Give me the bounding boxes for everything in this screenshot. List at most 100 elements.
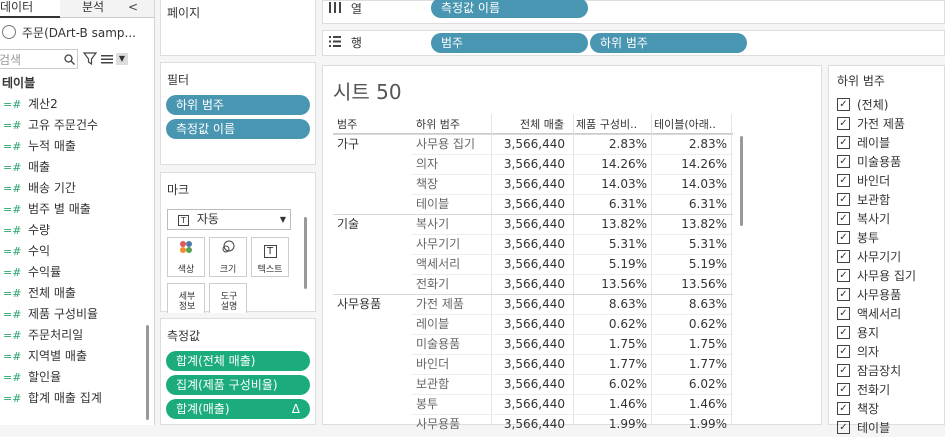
color-button[interactable]: 색상 (167, 237, 205, 277)
checkbox[interactable]: ✓ (837, 345, 850, 358)
checkbox[interactable]: ✓ (837, 231, 850, 244)
filter-item[interactable]: ✓ 미술용품 (837, 152, 901, 171)
filter-item[interactable]: ✓ 레이블 (837, 133, 890, 152)
field-item[interactable]: =# 수익 (0, 241, 154, 262)
filter-pill-measure-names[interactable]: 측정값 이름 (166, 119, 310, 139)
data-pane: 데이터 분석 < 주문(DArt-B samp... 검색 ▼ 테이블 =# 계산… (0, 0, 155, 425)
table-calc-cell: 1.75% (688, 337, 727, 351)
checkbox[interactable]: ✓ (837, 383, 850, 396)
checkbox[interactable]: ✓ (837, 288, 850, 301)
filter-item[interactable]: ✓ 액세서리 (837, 304, 901, 323)
collapse-pane-icon[interactable]: < (128, 0, 138, 17)
checkbox[interactable]: ✓ (837, 307, 850, 320)
measure-field-icon: =# (3, 371, 22, 384)
filter-item[interactable]: ✓ 봉투 (837, 228, 879, 247)
field-item[interactable]: =# 수익률 (0, 262, 154, 283)
rows-shelf[interactable]: 행 범주 하위 범주 (322, 30, 945, 56)
checkbox[interactable]: ✓ (837, 117, 850, 130)
color-icon (168, 240, 204, 262)
checkbox[interactable]: ✓ (837, 250, 850, 263)
marks-scrollbar[interactable] (304, 217, 307, 289)
header-composition[interactable]: 제품 구성비.. (576, 116, 650, 132)
marks-type-dropdown[interactable]: T 자동 ▼ (167, 209, 291, 230)
filter-item[interactable]: ✓ 복사기 (837, 209, 890, 228)
filter-item[interactable]: ✓ 전화기 (837, 380, 890, 399)
checkbox[interactable]: ✓ (837, 212, 850, 225)
filter-item[interactable]: ✓ 사무용품 (837, 285, 901, 304)
checkbox[interactable]: ✓ (837, 364, 850, 377)
detail-button[interactable]: 세부 정보 (167, 283, 205, 313)
checkbox[interactable]: ✓ (837, 326, 850, 339)
field-list-scrollbar[interactable] (146, 325, 149, 420)
checkbox[interactable]: ✓ (837, 98, 850, 111)
tab-analytics[interactable]: 분석 (60, 0, 118, 18)
field-item[interactable]: =# 배송 기간 (0, 178, 154, 199)
filter-icon[interactable] (83, 52, 97, 66)
header-table-calc[interactable]: 테이블(아래.. (654, 116, 732, 132)
field-item[interactable]: =# 계산2 (0, 94, 154, 115)
checkbox[interactable]: ✓ (837, 136, 850, 149)
header-subcategory[interactable]: 하위 범주 (416, 116, 460, 132)
header-category[interactable]: 범주 (337, 116, 357, 132)
tooltip-button[interactable]: 도구 설명 (209, 283, 247, 313)
field-item[interactable]: =# 합계 매출 집계 (0, 388, 154, 409)
tab-data[interactable]: 데이터 (0, 0, 60, 18)
filter-item[interactable]: ✓ 사무용 집기 (837, 266, 916, 285)
field-item[interactable]: =# 수량 (0, 220, 154, 241)
field-item[interactable]: =# 지역별 매출 (0, 346, 154, 367)
columns-pill-measure-names[interactable]: 측정값 이름 (431, 0, 588, 18)
search-placeholder: 검색 (0, 52, 22, 67)
text-button[interactable]: T 텍스트 (251, 237, 289, 277)
field-item[interactable]: =# 제품 구성비율 (0, 304, 154, 325)
view-scrollbar[interactable] (740, 136, 743, 226)
columns-shelf[interactable]: 열 측정값 이름 (322, 0, 945, 24)
checkbox[interactable]: ✓ (837, 193, 850, 206)
header-total-sales[interactable]: 전체 매출 (506, 116, 564, 132)
size-label: 크기 (219, 265, 237, 275)
total-sales-cell: 3,566,440 (503, 297, 565, 311)
filter-pill-subcategory[interactable]: 하위 범주 (166, 95, 310, 115)
filter-item[interactable]: ✓ 테이블 (837, 418, 890, 437)
checkbox[interactable]: ✓ (837, 155, 850, 168)
filter-item[interactable]: ✓ 가전 제품 (837, 114, 905, 133)
filter-item[interactable]: ✓ 잠금장치 (837, 361, 901, 380)
size-button[interactable]: 크기 (209, 237, 247, 277)
field-item[interactable]: =# 할인율 (0, 367, 154, 388)
subcategory-cell: 사무기기 (416, 237, 461, 251)
field-item[interactable]: =# 주문처리일 (0, 325, 154, 346)
filter-item[interactable]: ✓ (전체) (837, 95, 888, 114)
filter-item[interactable]: ✓ 보관함 (837, 190, 890, 209)
field-item[interactable]: =# 고유 주문건수 (0, 115, 154, 136)
table-calc-cell: 2.83% (688, 137, 727, 151)
rows-pill-category[interactable]: 범주 (431, 33, 588, 53)
filter-item[interactable]: ✓ 용지 (837, 323, 879, 342)
field-item[interactable]: =# 매출 (0, 157, 154, 178)
field-item[interactable]: =# 누적 매출 (0, 136, 154, 157)
checkbox[interactable]: ✓ (837, 421, 850, 434)
checkbox[interactable]: ✓ (837, 174, 850, 187)
filter-item[interactable]: ✓ 바인더 (837, 171, 890, 190)
column-divider (651, 114, 652, 424)
filter-item[interactable]: ✓ 책장 (837, 399, 879, 418)
filter-item[interactable]: ✓ 의자 (837, 342, 879, 361)
table-calc-cell: 1.77% (688, 357, 727, 371)
filters-shelf[interactable]: 필터 하위 범주 측정값 이름 (160, 62, 316, 165)
filter-item[interactable]: ✓ 사무기기 (837, 247, 901, 266)
search-input[interactable]: 검색 (0, 49, 78, 69)
field-item[interactable]: =# 범주 별 매출 (0, 199, 154, 220)
measure-pill-total-sales[interactable]: 합계(전체 매출) (166, 351, 310, 371)
view-dropdown-icon[interactable]: ▼ (116, 53, 128, 65)
view-toggle-icon[interactable]: ▼ (101, 51, 129, 67)
field-item[interactable]: =# 전체 매출 (0, 283, 154, 304)
pages-shelf[interactable]: 페이지 (160, 0, 316, 56)
field-name: 범주 별 매출 (28, 202, 91, 216)
marks-title: 마크 (167, 183, 190, 197)
checkbox[interactable]: ✓ (837, 402, 850, 415)
rows-pill-subcategory[interactable]: 하위 범주 (590, 33, 747, 53)
total-sales-cell: 3,566,440 (503, 337, 565, 351)
datasource-item[interactable]: 주문(DArt-B samp... (0, 18, 154, 46)
marks-card: 마크 T 자동 ▼ 색상 크기 T 텍스트 세부 정보 도구 설명 (160, 172, 316, 313)
measure-pill-composition[interactable]: 집계(제품 구성비율) (166, 375, 310, 395)
checkbox[interactable]: ✓ (837, 269, 850, 282)
measure-pill-sales[interactable]: 합계(매출) Δ (166, 399, 310, 419)
